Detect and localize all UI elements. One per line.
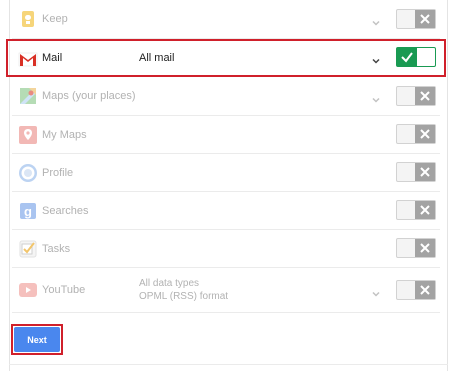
include-toggle[interactable] — [396, 86, 436, 106]
product-row-keep: Keep — [12, 0, 440, 39]
youtube-icon — [18, 280, 38, 300]
tasks-icon — [18, 239, 38, 259]
chevron-down-icon[interactable] — [371, 286, 381, 297]
product-row-my-maps: My Maps — [12, 116, 440, 154]
include-toggle[interactable] — [396, 124, 436, 144]
chevron-down-icon[interactable] — [371, 15, 381, 26]
x-icon — [415, 201, 435, 219]
product-name: Searches — [42, 205, 89, 217]
product-row-tasks: Tasks — [12, 230, 440, 268]
include-toggle[interactable] — [396, 200, 436, 220]
maps-icon — [18, 86, 38, 106]
x-icon — [415, 281, 435, 299]
x-icon — [415, 163, 435, 181]
svg-text:g: g — [24, 204, 32, 219]
my-maps-icon — [18, 125, 38, 145]
product-name: YouTube — [42, 284, 86, 296]
product-row-youtube: YouTube All data types OPML (RSS) format — [12, 268, 440, 313]
next-button[interactable]: Next — [14, 327, 60, 352]
x-icon — [415, 87, 435, 105]
selection-highlight — [6, 39, 446, 77]
product-format-detail-format: OPML (RSS) format — [139, 291, 229, 302]
chevron-down-icon[interactable] — [371, 92, 381, 103]
include-toggle[interactable] — [396, 280, 436, 300]
include-toggle[interactable] — [396, 9, 436, 29]
x-icon — [415, 125, 435, 143]
product-row-maps: Maps (your places) — [12, 77, 440, 116]
searches-icon: g — [18, 201, 38, 221]
product-name: Profile — [42, 167, 74, 179]
product-row-profile: Profile — [12, 154, 440, 192]
product-name: My Maps — [42, 129, 87, 141]
product-format-detail-types: All data types — [139, 278, 200, 289]
include-toggle[interactable] — [396, 162, 436, 182]
include-toggle[interactable] — [396, 238, 436, 258]
product-name: Keep — [42, 13, 68, 25]
product-row-searches: g Searches — [12, 192, 440, 230]
product-name: Maps (your places) — [42, 90, 136, 102]
profile-icon — [18, 163, 38, 183]
product-name: Tasks — [42, 243, 71, 255]
keep-icon — [18, 9, 38, 29]
x-icon — [415, 10, 435, 28]
x-icon — [415, 239, 435, 257]
divider — [9, 364, 448, 365]
